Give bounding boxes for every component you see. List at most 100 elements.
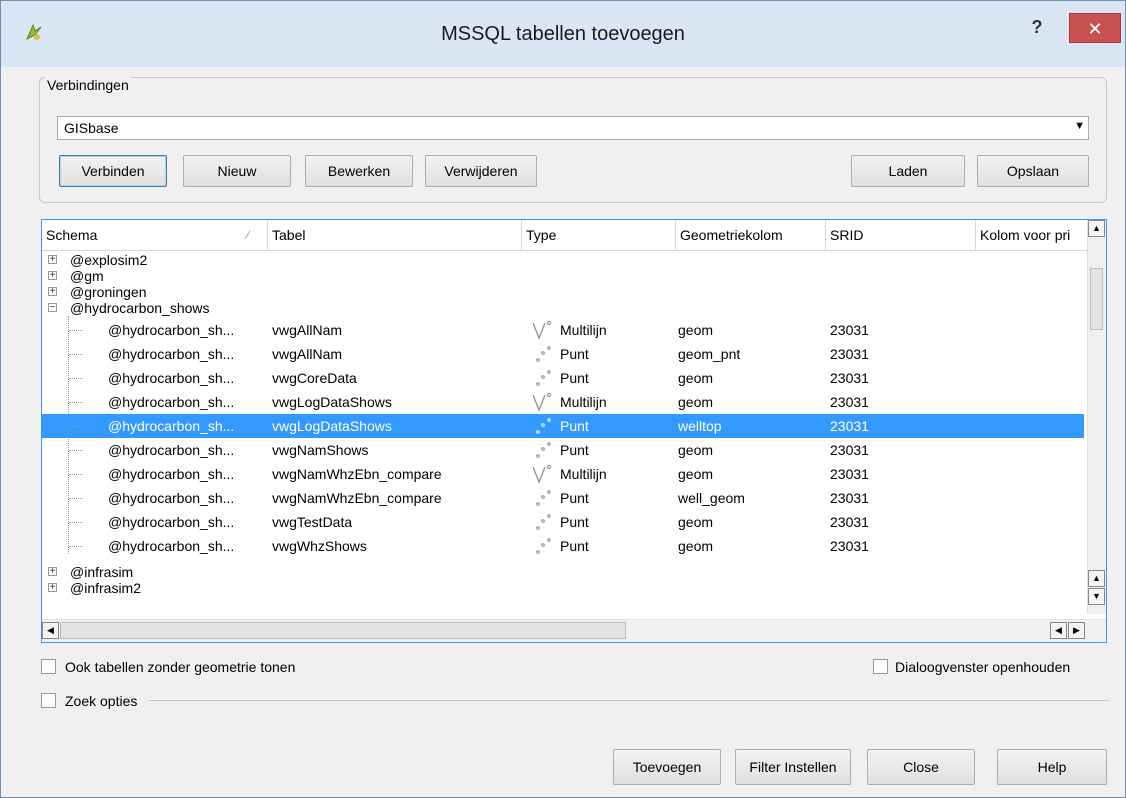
table-row[interactable]: @hydrocarbon_sh... vwgWhzShows Punt geom 230…: [42, 534, 1084, 558]
cell-geometry: geom: [678, 394, 714, 410]
help-button[interactable]: Help: [997, 749, 1107, 785]
close-button[interactable]: Close: [867, 749, 975, 785]
group-label: @gm: [70, 268, 104, 284]
cell-schema: @hydrocarbon_sh...: [108, 370, 235, 386]
point-icon: [536, 514, 551, 530]
tables-tree[interactable]: Schema ⁄ Tabel Type Geometriekolom SRID …: [41, 219, 1107, 643]
table-row[interactable]: @hydrocarbon_sh... vwgAllNam Multilijn geom…: [42, 318, 1084, 342]
vertical-scroll-thumb[interactable]: [1090, 268, 1103, 330]
table-row[interactable]: @hydrocarbon_sh... vwgLogDataShows Multili…: [42, 390, 1084, 414]
table-row[interactable]: @hydrocarbon_sh... vwgTestData Punt geom 230…: [42, 510, 1084, 534]
connections-legend: Verbindingen: [45, 77, 131, 93]
cell-srid: 23031: [830, 538, 869, 554]
cell-type: Punt: [560, 538, 589, 554]
filter-button[interactable]: Filter Instellen: [735, 749, 851, 785]
point-icon: [536, 442, 551, 458]
tree-group-item[interactable]: + @groningen: [42, 284, 1084, 300]
cell-srid: 23031: [830, 418, 869, 434]
vertical-scrollbar[interactable]: ▲ ▲ ▼: [1087, 220, 1106, 614]
cell-type: Punt: [560, 490, 589, 506]
table-row[interactable]: @hydrocarbon_sh... vwgNamShows Punt geom 230…: [42, 438, 1084, 462]
column-header-schema[interactable]: Schema ⁄: [42, 220, 268, 250]
tree-line: [69, 450, 83, 451]
group-label: @hydrocarbon_shows: [70, 300, 210, 316]
expand-icon[interactable]: +: [48, 287, 57, 297]
table-header: Schema ⁄ Tabel Type Geometriekolom SRID …: [42, 220, 1090, 251]
tree-group-item[interactable]: + @gm: [42, 268, 1084, 284]
add-button[interactable]: Toevoegen: [613, 749, 721, 785]
cell-tabel: vwgCoreData: [272, 370, 357, 386]
tree-group-item[interactable]: + @infrasim: [42, 564, 1084, 580]
cell-srid: 23031: [830, 394, 869, 410]
tree-line: [69, 546, 83, 547]
expand-icon[interactable]: +: [48, 583, 57, 593]
cell-srid: 23031: [830, 514, 869, 530]
column-header-srid[interactable]: SRID: [826, 220, 976, 250]
expand-icon[interactable]: +: [48, 255, 57, 265]
cell-srid: 23031: [830, 490, 869, 506]
title-bar[interactable]: MSSQL tabellen toevoegen ? ✕: [1, 1, 1125, 67]
cell-schema: @hydrocarbon_sh...: [108, 394, 235, 410]
cell-schema: @hydrocarbon_sh...: [108, 538, 235, 554]
scroll-right-icon[interactable]: ▶: [1068, 622, 1085, 639]
table-row[interactable]: @hydrocarbon_sh... vwgNamWhzEbn_compare Mu…: [42, 462, 1084, 486]
cell-type: Punt: [560, 442, 589, 458]
cell-type: Punt: [560, 418, 589, 434]
scroll-left-icon[interactable]: ◀: [42, 622, 59, 639]
tree-line: [69, 378, 83, 379]
column-header-tabel[interactable]: Tabel: [268, 220, 522, 250]
tree-group-item-expanded[interactable]: − @hydrocarbon_shows: [42, 300, 1084, 316]
load-button[interactable]: Laden: [851, 155, 965, 187]
column-header-primary-key[interactable]: Kolom voor pri: [976, 220, 1090, 250]
cell-geometry: welltop: [678, 418, 722, 434]
column-header-geometry[interactable]: Geometriekolom: [676, 220, 826, 250]
keep-open-checkbox[interactable]: [873, 659, 888, 674]
save-button[interactable]: Opslaan: [977, 155, 1089, 187]
column-header-type[interactable]: Type: [522, 220, 676, 250]
expand-icon[interactable]: +: [48, 271, 57, 281]
tree-group-item[interactable]: + @explosim2: [42, 252, 1084, 268]
cell-type: Punt: [560, 514, 589, 530]
help-icon[interactable]: ?: [1023, 17, 1051, 41]
cell-geometry: geom: [678, 514, 714, 530]
point-icon: [536, 370, 551, 386]
collapse-icon[interactable]: −: [48, 303, 57, 313]
cell-tabel: vwgAllNam: [272, 346, 343, 362]
horizontal-scrollbar[interactable]: ◀ ◀ ▶: [42, 619, 1106, 642]
table-row[interactable]: @hydrocarbon_sh... vwgCoreData Punt geom 230…: [42, 366, 1084, 390]
search-options-checkbox[interactable]: [41, 693, 56, 708]
scroll-down-icon[interactable]: ▼: [1088, 588, 1105, 605]
table-row[interactable]: @hydrocarbon_sh... vwgAllNam Punt geom_pnt 2…: [42, 342, 1084, 366]
cell-srid: 23031: [830, 466, 869, 482]
search-options-label: Zoek opties: [65, 693, 138, 709]
connection-select[interactable]: GISbase ▼: [57, 116, 1089, 140]
edit-button[interactable]: Bewerken: [305, 155, 413, 187]
tree-line: [69, 354, 83, 355]
tree-line: [69, 474, 83, 475]
cell-geometry: geom: [678, 370, 714, 386]
cell-type: Multilijn: [560, 394, 607, 410]
chevron-down-icon[interactable]: ▼: [1074, 120, 1085, 132]
horizontal-scroll-thumb[interactable]: [60, 622, 626, 639]
table-row[interactable]: @hydrocarbon_sh... vwgLogDataShows Punt wel…: [42, 414, 1084, 438]
cell-geometry: geom_pnt: [678, 346, 741, 362]
delete-button[interactable]: Verwijderen: [425, 155, 537, 187]
table-row[interactable]: @hydrocarbon_sh... vwgNamWhzEbn_compare Pu…: [42, 486, 1084, 510]
cell-geometry: geom: [678, 322, 714, 338]
no-geometry-label: Ook tabellen zonder geometrie tonen: [65, 659, 296, 675]
tree-line: [69, 522, 83, 523]
point-icon: [536, 490, 551, 506]
connect-button[interactable]: Verbinden: [59, 155, 167, 187]
tree-group-item[interactable]: + @infrasim2: [42, 580, 1084, 596]
scroll-up-icon[interactable]: ▲: [1088, 570, 1105, 587]
no-geometry-checkbox[interactable]: [41, 659, 56, 674]
close-window-button[interactable]: ✕: [1069, 13, 1121, 43]
cell-schema: @hydrocarbon_sh...: [108, 442, 235, 458]
scroll-up-icon[interactable]: ▲: [1088, 220, 1105, 237]
cell-schema: @hydrocarbon_sh...: [108, 466, 235, 482]
scroll-left-icon[interactable]: ◀: [1050, 622, 1067, 639]
new-button[interactable]: Nieuw: [183, 155, 291, 187]
cell-type: Multilijn: [560, 322, 607, 338]
expand-icon[interactable]: +: [48, 567, 57, 577]
point-icon: [536, 538, 551, 554]
